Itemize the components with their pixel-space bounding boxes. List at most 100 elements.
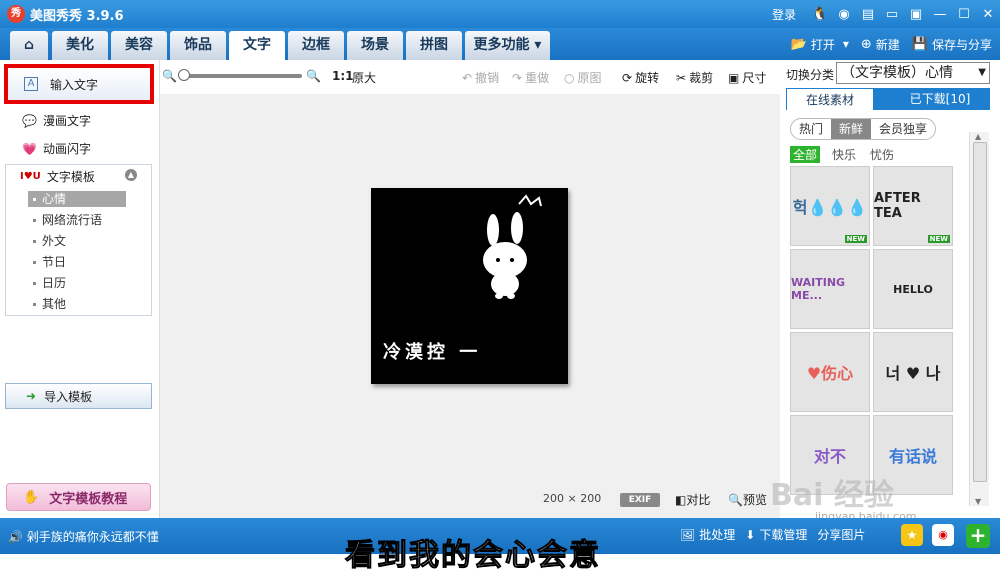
weibo-icon[interactable]: ◉ xyxy=(832,7,856,22)
hand-icon: ✋ xyxy=(23,489,40,505)
filter-hot[interactable]: 热门 xyxy=(791,119,831,139)
redo-icon: ↷ xyxy=(512,70,523,85)
material-thumb[interactable]: AFTER TEA NEW xyxy=(873,166,953,246)
category-filters: 全部 快乐 忧伤 xyxy=(790,146,908,163)
text-icon: A xyxy=(24,77,38,91)
add-icon[interactable]: + xyxy=(966,524,990,548)
template-sub-slang[interactable]: 网络流行语 xyxy=(28,212,126,228)
app-title: 美图秀秀 3.9.6 xyxy=(30,9,124,24)
right-panel: 切换分类 （文字模板）心情 ▼ 在线素材 已下载[10] 热门 新鲜 会员独享 全… xyxy=(780,60,1000,518)
baidu-watermark: Bai 经验 xyxy=(770,478,894,513)
download-manager-button[interactable]: ⬇ 下载管理 xyxy=(745,526,807,543)
material-thumb[interactable]: 너 ♥ 나 xyxy=(873,332,953,412)
material-thumb[interactable]: HELLO xyxy=(873,249,953,329)
import-template-button[interactable]: ➜ 导入模板 xyxy=(5,383,152,409)
undo-button[interactable]: ↶ 撤销 xyxy=(462,69,499,86)
feedback-icon[interactable]: ▭ xyxy=(880,7,904,22)
edit-toolbar: 🔍 🔍 1:1 原大 ↶ 撤销 ↷ 重做 ○ 原图 ⟳ 旋转 ✂ 裁剪 ▣ 尺寸 xyxy=(160,60,780,94)
preview-button[interactable]: 🔍 预览 xyxy=(728,491,767,508)
minimize-icon[interactable]: — xyxy=(928,7,952,22)
new-button[interactable]: ⊕ 新建 xyxy=(861,36,900,53)
overlay-caption: 看到我的会心会意 xyxy=(345,538,601,574)
sparkle-icon: 💗 xyxy=(22,141,37,156)
cat-sad[interactable]: 忧伤 xyxy=(870,146,894,163)
collapse-icon[interactable]: ▲ xyxy=(125,169,137,181)
tab-downloaded[interactable]: 已下载[10] xyxy=(890,88,990,110)
switch-category-label: 切换分类 xyxy=(786,68,835,82)
photo-caption: 冷漠控 一 xyxy=(383,342,482,363)
menu-bar: ⌂ 美化 美容 饰品 文字 边框 场景 拼图 更多功能 ▾ 📂 打开 ▾ ⊕ 新建 💾… xyxy=(0,28,1000,60)
animated-text-item[interactable]: 💗 动画闪字 xyxy=(22,140,91,157)
scroll-up-icon[interactable]: ▲ xyxy=(975,132,981,141)
rotate-button[interactable]: ⟳ 旋转 xyxy=(622,69,659,86)
template-sub-calendar[interactable]: 日历 xyxy=(28,275,126,291)
category-select[interactable]: （文字模板）心情 ▼ xyxy=(836,62,990,84)
preview-icon: 🔍 xyxy=(728,492,743,507)
weibo-share-icon[interactable]: ◉ xyxy=(932,524,954,546)
cat-happy[interactable]: 快乐 xyxy=(832,146,856,163)
original-size-button[interactable]: 原大 xyxy=(352,69,376,86)
skin-icon[interactable]: ▤ xyxy=(856,7,880,22)
filter-vip[interactable]: 会员独享 xyxy=(871,119,935,139)
new-badge: NEW xyxy=(927,235,950,243)
image-size: 200 × 200 xyxy=(543,492,602,505)
zoom-slider-handle[interactable] xyxy=(178,69,190,81)
tab-scene[interactable]: 场景 xyxy=(347,31,403,60)
material-thumb[interactable]: 헉💧💧💧 NEW xyxy=(790,166,870,246)
tab-beauty[interactable]: 美容 xyxy=(111,31,167,60)
tab-online-material[interactable]: 在线素材 xyxy=(786,88,874,110)
zoom-in-icon[interactable]: 🔍 xyxy=(306,69,321,83)
maximize-icon[interactable]: ☐ xyxy=(952,7,976,22)
text-template-header[interactable]: I♥U 文字模板 ▲ xyxy=(6,165,151,187)
batch-icon: 🖼 xyxy=(680,527,696,542)
login-link[interactable]: 登录 xyxy=(772,6,796,23)
size-button[interactable]: ▣ 尺寸 xyxy=(728,69,766,86)
tab-more[interactable]: 更多功能 ▾ xyxy=(465,31,550,60)
tutorial-button[interactable]: ✋ 文字模板教程 xyxy=(6,483,151,511)
template-sub-holiday[interactable]: 节日 xyxy=(28,254,126,270)
left-panel: A 输入文字 💬 漫画文字 💗 动画闪字 I♥U 文字模板 ▲ 心情 网络流行语 外… xyxy=(0,60,160,518)
tab-accessories[interactable]: 饰品 xyxy=(170,31,226,60)
save-share-button[interactable]: 💾 保存与分享 xyxy=(912,36,992,53)
app-logo: 秀 xyxy=(7,5,25,23)
scroll-down-icon[interactable]: ▼ xyxy=(975,497,981,506)
compare-icon: ◧ xyxy=(675,492,687,507)
redo-button[interactable]: ↷ 重做 xyxy=(512,69,549,86)
qq-icon[interactable]: 🐧 xyxy=(808,7,832,22)
original-image-button[interactable]: ○ 原图 xyxy=(564,69,602,86)
star-icon[interactable]: ★ xyxy=(901,524,923,546)
scroll-thumb[interactable] xyxy=(973,142,987,482)
open-button[interactable]: 📂 打开 ▾ xyxy=(791,36,849,53)
material-thumb[interactable]: ♥伤心 xyxy=(790,332,870,412)
resize-icon: ▣ xyxy=(728,70,740,85)
input-text-button[interactable]: A 输入文字 xyxy=(4,64,154,104)
photo[interactable]: 冷漠控 一 xyxy=(371,188,568,384)
status-message: 🔊 剁手族的痛你永远都不懂 xyxy=(8,530,159,544)
compare-button[interactable]: ◧ 对比 xyxy=(675,491,710,508)
chevron-down-icon: ▼ xyxy=(978,67,986,78)
template-sub-mood[interactable]: 心情 xyxy=(28,191,126,207)
template-sub-foreign[interactable]: 外文 xyxy=(28,233,126,249)
material-scrollbar[interactable]: ▲ ▼ xyxy=(969,132,989,506)
home-tab[interactable]: ⌂ xyxy=(10,31,48,60)
tab-text[interactable]: 文字 xyxy=(229,31,285,60)
new-badge: NEW xyxy=(844,235,867,243)
tab-collage[interactable]: 拼图 xyxy=(406,31,462,60)
material-thumb[interactable]: WAITING ME... xyxy=(790,249,870,329)
comic-text-item[interactable]: 💬 漫画文字 xyxy=(22,112,91,129)
close-icon[interactable]: ✕ xyxy=(976,7,1000,22)
share-image-button[interactable]: 分享图片 xyxy=(817,526,865,543)
scissors-icon: ✂ xyxy=(676,70,687,85)
cat-all[interactable]: 全部 xyxy=(790,146,821,163)
zoom-slider[interactable] xyxy=(178,69,302,81)
menu-icon[interactable]: ▣ xyxy=(904,7,928,22)
batch-button[interactable]: 🖼 批处理 xyxy=(680,526,735,543)
tab-frame[interactable]: 边框 xyxy=(288,31,344,60)
crop-button[interactable]: ✂ 裁剪 xyxy=(676,69,713,86)
tab-beautify[interactable]: 美化 xyxy=(52,31,108,60)
exif-button[interactable]: EXIF xyxy=(620,493,660,507)
ratio-button[interactable]: 1:1 xyxy=(332,69,354,83)
filter-fresh[interactable]: 新鲜 xyxy=(831,119,872,139)
zoom-out-icon[interactable]: 🔍 xyxy=(162,69,177,83)
template-sub-other[interactable]: 其他 xyxy=(28,296,126,312)
